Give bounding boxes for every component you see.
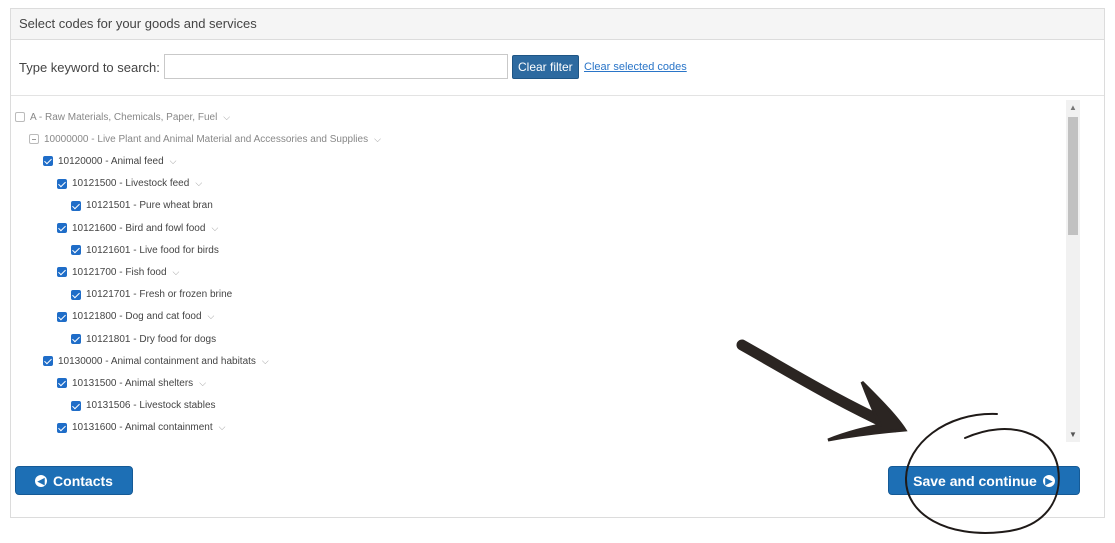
tree-item-checkbox[interactable] (71, 200, 81, 211)
contacts-back-label: Contacts (53, 472, 113, 489)
save-and-continue-label: Save and continue (913, 472, 1037, 489)
chevron-down-icon[interactable]: ⌵ (374, 134, 381, 145)
tree-item-label: 10121700 - Fish food (72, 266, 167, 278)
chevron-down-icon[interactable]: ⌵ (262, 356, 269, 367)
tree-item-label: 10121501 - Pure wheat bran (86, 200, 213, 212)
tree-item[interactable]: 10121801 - Dry food for dogs (71, 330, 216, 348)
scrollbar[interactable]: ▲ ▼ (1066, 100, 1080, 442)
tree-item-label: 10000000 - Live Plant and Animal Materia… (44, 133, 369, 145)
tree-item-checkbox[interactable] (29, 134, 39, 145)
tree-item-checkbox[interactable] (43, 356, 53, 367)
tree-item-label: 10121701 - Fresh or frozen brine (86, 289, 233, 301)
tree-item-label: 10121801 - Dry food for dogs (86, 333, 217, 345)
tree-item-checkbox[interactable] (57, 378, 67, 389)
tree-item-checkbox[interactable] (15, 112, 25, 122)
search-row: Type keyword to search: Clear filter Cle… (11, 40, 1104, 96)
tree-item-checkbox[interactable] (71, 245, 81, 256)
tree-item-label: A - Raw Materials, Chemicals, Paper, Fue… (30, 111, 218, 123)
tree-item[interactable]: 10121601 - Live food for birds (71, 241, 219, 259)
clear-selected-codes-link[interactable]: Clear selected codes (584, 61, 687, 73)
chevron-down-icon[interactable]: ⌵ (211, 223, 218, 234)
clear-filter-button[interactable]: Clear filter (512, 55, 579, 79)
tree-item[interactable]: 10121501 - Pure wheat bran (71, 197, 213, 215)
tree-item-label: 10121601 - Live food for birds (86, 244, 219, 256)
save-and-continue-button[interactable]: Save and continue ▶ (888, 466, 1080, 495)
tree-item[interactable]: 10121800 - Dog and cat food ⌵ (57, 308, 214, 326)
chevron-down-icon[interactable]: ⌵ (173, 267, 180, 278)
tree-item[interactable]: 10000000 - Live Plant and Animal Materia… (29, 130, 381, 148)
tree-item[interactable]: 10131600 - Animal containment ⌵ (57, 419, 225, 437)
tree-item[interactable]: A - Raw Materials, Chemicals, Paper, Fue… (15, 108, 230, 126)
arrow-left-circle-icon: ◀ (35, 474, 48, 487)
tree-item-label: 10121600 - Bird and fowl food (72, 222, 206, 234)
chevron-down-icon[interactable]: ⌵ (223, 112, 230, 123)
tree-item-label: 10131506 - Livestock stables (86, 400, 216, 412)
scrollbar-thumb[interactable] (1068, 117, 1078, 235)
tree-item-checkbox[interactable] (43, 156, 53, 167)
code-tree: A - Raw Materials, Chemicals, Paper, Fue… (0, 100, 1080, 442)
tree-item-label: 10121500 - Livestock feed (72, 178, 190, 190)
tree-item-checkbox[interactable] (57, 311, 67, 322)
contacts-back-button[interactable]: ◀ Contacts (15, 466, 133, 495)
search-input[interactable] (164, 54, 508, 79)
tree-item-checkbox[interactable] (57, 223, 67, 233)
tree-item-checkbox[interactable] (71, 289, 81, 300)
chevron-down-icon[interactable]: ⌵ (170, 156, 177, 167)
panel-title: Select codes for your goods and services (11, 9, 1104, 40)
scroll-down-icon[interactable]: ▼ (1069, 430, 1077, 439)
tree-item-label: 10121800 - Dog and cat food (72, 311, 202, 323)
tree-item-label: 10131500 - Animal shelters (72, 377, 194, 389)
scroll-up-icon[interactable]: ▲ (1069, 103, 1077, 112)
tree-item[interactable]: 10120000 - Animal feed ⌵ (43, 152, 176, 170)
tree-item[interactable]: 10130000 - Animal containment and habita… (43, 352, 269, 370)
search-label: Type keyword to search: (19, 60, 160, 75)
chevron-down-icon[interactable]: ⌵ (199, 378, 206, 389)
tree-item-label: 10130000 - Animal containment and habita… (58, 355, 256, 367)
tree-item[interactable]: 10121701 - Fresh or frozen brine (71, 286, 232, 304)
chevron-down-icon[interactable]: ⌵ (208, 311, 215, 322)
tree-item-checkbox[interactable] (57, 422, 67, 433)
tree-item[interactable]: 10131506 - Livestock stables (71, 397, 216, 415)
tree-item[interactable]: 10121700 - Fish food ⌵ (57, 263, 179, 281)
chevron-down-icon[interactable]: ⌵ (195, 178, 202, 189)
tree-item-checkbox[interactable] (71, 400, 81, 411)
chevron-down-icon[interactable]: ⌵ (219, 422, 226, 433)
tree-item[interactable]: 10131601 - Cages or its accessories (71, 441, 248, 442)
tree-item-label: 10131600 - Animal containment (72, 422, 213, 434)
tree-item[interactable]: 10121600 - Bird and fowl food ⌵ (57, 219, 218, 237)
tree-item-checkbox[interactable] (57, 267, 67, 278)
tree-item-checkbox[interactable] (71, 334, 81, 344)
tree-item-label: 10120000 - Animal feed (58, 155, 164, 167)
tree-item[interactable]: 10131500 - Animal shelters ⌵ (57, 374, 206, 392)
tree-item[interactable]: 10121500 - Livestock feed ⌵ (57, 175, 202, 193)
arrow-right-circle-icon: ▶ (1042, 474, 1055, 487)
tree-item-checkbox[interactable] (57, 178, 67, 189)
